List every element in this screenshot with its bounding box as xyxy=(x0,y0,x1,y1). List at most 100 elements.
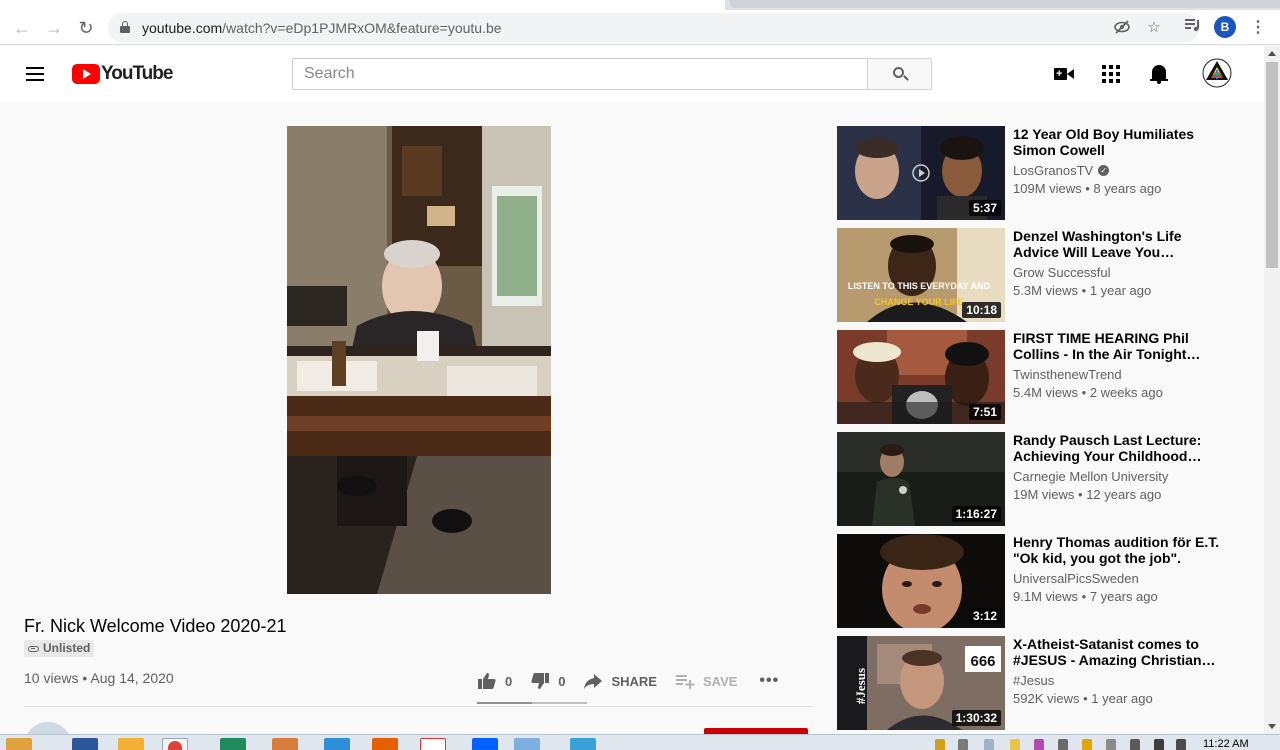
recommendation-age: 1 year ago xyxy=(1091,691,1153,706)
tray-icon[interactable] xyxy=(1082,739,1092,750)
recommendation-channel[interactable]: LosGranosTV ✓ xyxy=(1013,163,1110,178)
recommendation-channel[interactable]: TwinsthenewTrend xyxy=(1013,367,1122,382)
recommendation-item[interactable]: #Jesus 666 1:30:32 X-Atheist-Satanist co… xyxy=(837,636,1257,730)
tray-icon[interactable] xyxy=(984,739,994,750)
forward-icon[interactable]: → xyxy=(44,18,64,38)
url-path: /watch?v=eDp1PJMRxOM&feature=youtu.be xyxy=(222,20,502,36)
taskbar-clock[interactable]: 11:22 AM xyxy=(1203,738,1249,750)
recommendation-age: 1 year ago xyxy=(1089,283,1152,298)
like-button[interactable]: 0 xyxy=(477,671,512,691)
url-text[interactable]: youtube.com/watch?v=eDp1PJMRxOM&feature=… xyxy=(142,20,502,36)
address-bar[interactable]: youtube.com/watch?v=eDp1PJMRxOM&feature=… xyxy=(108,13,1200,42)
recommendation-title[interactable]: FIRST TIME HEARING Phil Collins - In the… xyxy=(1013,330,1223,362)
recommendation-item[interactable]: 1:16:27 Randy Pausch Last Lecture: Achie… xyxy=(837,432,1257,526)
recommendation-meta: 5.3M views • 1 year ago xyxy=(1013,283,1152,298)
recommendation-channel[interactable]: UniversalPicsSweden xyxy=(1013,571,1139,586)
share-button[interactable]: SHARE xyxy=(583,671,657,691)
recommendation-thumbnail[interactable]: #Jesus 666 1:30:32 xyxy=(837,636,1005,730)
tray-icon[interactable] xyxy=(958,739,968,750)
app-icon[interactable] xyxy=(272,738,298,750)
recommendation-meta: 19M views • 12 years ago xyxy=(1013,487,1162,502)
more-actions-icon[interactable]: ••• xyxy=(759,672,779,690)
recommendation-item[interactable]: 5:37 12 Year Old Boy Humiliates Simon Co… xyxy=(837,126,1257,220)
back-icon[interactable]: ← xyxy=(12,18,32,38)
recommendation-title[interactable]: Henry Thomas audition för E.T. "Ok kid, … xyxy=(1013,534,1223,566)
recommendation-meta: 9.1M views • 7 years ago xyxy=(1013,589,1158,604)
verified-icon: ✓ xyxy=(1098,165,1110,176)
active-tab[interactable] xyxy=(0,0,725,10)
app-icon[interactable] xyxy=(570,738,596,750)
recommendation-item[interactable]: LISTEN TO THIS EVERYDAY AND CHANGE YOUR … xyxy=(837,228,1257,322)
recommendation-thumbnail[interactable]: 7:51 xyxy=(837,330,1005,424)
recommendation-item[interactable]: 7:51 FIRST TIME HEARING Phil Collins - I… xyxy=(837,330,1257,424)
firefox-icon[interactable] xyxy=(372,738,398,750)
recommendation-title[interactable]: X-Atheist-Satanist comes to #JESUS - Ama… xyxy=(1013,636,1223,668)
tray-icon[interactable] xyxy=(1058,739,1068,750)
tray-icon[interactable] xyxy=(1034,739,1044,750)
youtube-logo[interactable]: YouTube xyxy=(72,63,173,84)
profile-avatar[interactable]: B xyxy=(1214,16,1236,38)
lock-icon[interactable] xyxy=(120,21,130,33)
search-field[interactable] xyxy=(292,58,868,90)
tray-icon[interactable] xyxy=(1010,739,1020,750)
recommendation-channel[interactable]: Carnegie Mellon University xyxy=(1013,469,1168,484)
video-actions: 0 0 SHARE SAVE ••• xyxy=(477,665,797,697)
recommendation-thumbnail[interactable]: 3:12 xyxy=(837,534,1005,628)
media-queue-icon[interactable] xyxy=(1183,18,1203,38)
dislike-button[interactable]: 0 xyxy=(530,671,565,691)
tray-icon[interactable] xyxy=(1106,739,1116,750)
search-input[interactable] xyxy=(293,59,868,89)
page-scrollbar[interactable] xyxy=(1264,46,1280,734)
volume-icon[interactable] xyxy=(1154,739,1164,750)
notifications-icon[interactable] xyxy=(1147,62,1171,86)
video-player[interactable] xyxy=(287,126,551,594)
network-icon[interactable] xyxy=(1176,739,1186,750)
recommendation-thumbnail[interactable]: 5:37 xyxy=(837,126,1005,220)
scroll-thumb[interactable] xyxy=(1266,62,1278,268)
sentiment-bar xyxy=(477,702,587,704)
recommendation-title[interactable]: 12 Year Old Boy Humiliates Simon Cowell xyxy=(1013,126,1223,158)
recommendation-title[interactable]: Randy Pausch Last Lecture: Achieving You… xyxy=(1013,432,1223,464)
dropbox-icon[interactable] xyxy=(472,738,498,750)
file-explorer-icon[interactable] xyxy=(514,738,540,750)
tray-icon[interactable] xyxy=(935,739,945,750)
recommendation-meta: 592K views • 1 year ago xyxy=(1013,691,1153,706)
unlisted-label: Unlisted xyxy=(43,641,91,655)
scroll-up-arrow[interactable] xyxy=(1268,51,1276,56)
outlook-icon[interactable] xyxy=(118,738,144,750)
start-icon[interactable] xyxy=(6,738,32,750)
reload-icon[interactable]: ↻ xyxy=(76,18,96,38)
publisher-icon[interactable] xyxy=(220,738,246,750)
recommendation-item[interactable]: 3:12 Henry Thomas audition för E.T. "Ok … xyxy=(837,534,1257,628)
recommendation-views: 109M views xyxy=(1013,181,1082,196)
recommendation-meta: 5.4M views • 2 weeks ago xyxy=(1013,385,1163,400)
eye-off-icon[interactable] xyxy=(1112,18,1132,38)
video-duration: 7:51 xyxy=(968,404,1001,420)
channel-name: Carnegie Mellon University xyxy=(1013,469,1169,484)
recommendation-views: 5.4M views xyxy=(1013,385,1079,400)
hamburger-menu-icon[interactable] xyxy=(26,67,46,81)
channel-name: TwinsthenewTrend xyxy=(1013,367,1122,382)
create-video-icon[interactable]: + xyxy=(1052,62,1076,86)
thumbnail-text: LISTEN TO THIS EVERYDAY AND xyxy=(848,281,991,291)
menu-icon[interactable]: ⋮ xyxy=(1250,18,1266,38)
recommendation-channel[interactable]: #Jesus xyxy=(1013,673,1054,688)
app-icon[interactable] xyxy=(420,738,446,750)
scroll-down-arrow[interactable] xyxy=(1268,724,1276,729)
recommendation-thumbnail[interactable]: 1:16:27 xyxy=(837,432,1005,526)
internet-explorer-icon[interactable] xyxy=(324,738,350,750)
word-icon[interactable] xyxy=(72,738,98,750)
inactive-tab[interactable] xyxy=(730,0,1280,8)
recommendation-channel[interactable]: Grow Successful xyxy=(1013,265,1111,280)
playlist-add-icon xyxy=(675,671,695,691)
star-icon[interactable]: ☆ xyxy=(1144,18,1164,38)
save-button[interactable]: SAVE xyxy=(675,671,737,691)
recommendation-thumbnail[interactable]: LISTEN TO THIS EVERYDAY AND CHANGE YOUR … xyxy=(837,228,1005,322)
chrome-icon[interactable] xyxy=(162,738,188,750)
search-button[interactable] xyxy=(867,58,932,90)
share-icon xyxy=(583,671,603,691)
user-avatar[interactable] xyxy=(1202,58,1232,88)
tray-icon[interactable] xyxy=(1130,739,1140,750)
recommendation-title[interactable]: Denzel Washington's Life Advice Will Lea… xyxy=(1013,228,1223,260)
apps-icon[interactable] xyxy=(1099,62,1123,86)
